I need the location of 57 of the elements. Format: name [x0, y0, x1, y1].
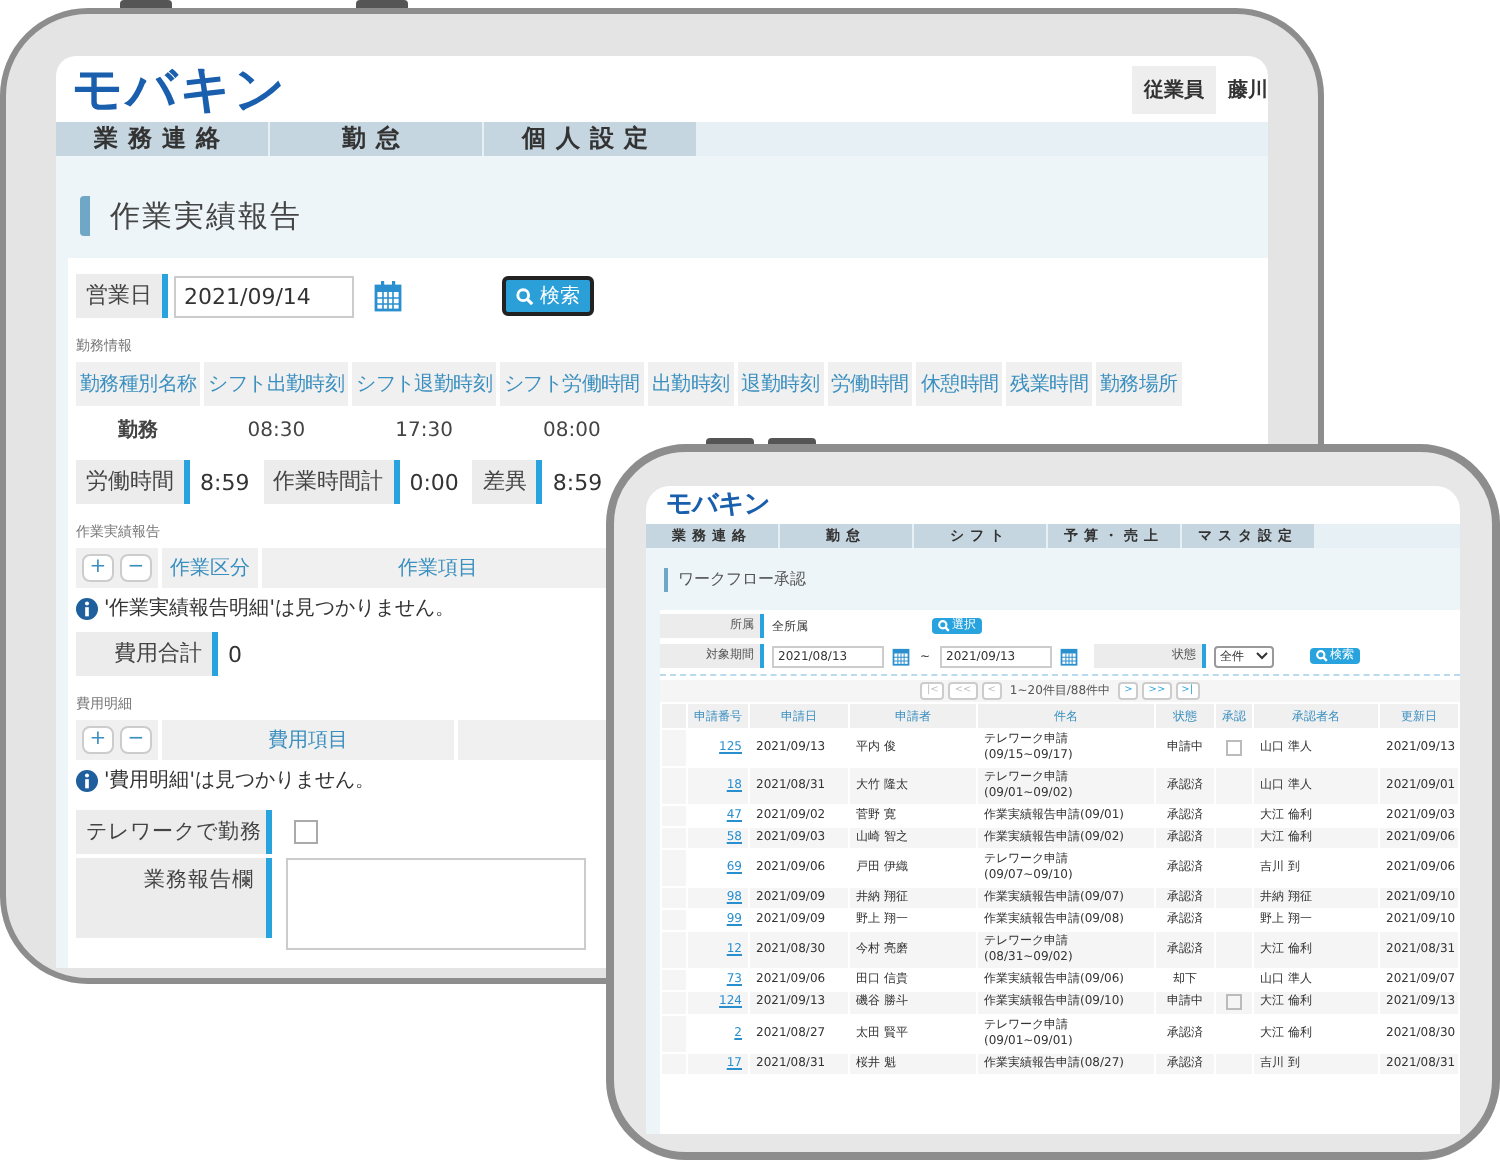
logo: モバキン [72, 58, 288, 122]
table-cell-text: 08:00 [541, 417, 603, 445]
field-label: 作業時間計 [263, 460, 400, 504]
empty-message: '費用明細'は見つかりません。 [104, 767, 375, 794]
field-value: 8:59 [552, 469, 603, 495]
field-label: 費用合計 [76, 632, 218, 676]
text-area[interactable] [286, 858, 586, 950]
field-label: 業務報告欄 [76, 858, 272, 938]
field-label: 労働時間 [76, 460, 190, 504]
info-icon [76, 597, 98, 619]
table-cell-text: 17:30 [393, 417, 455, 445]
date-field[interactable]: 2021/09/14 [174, 275, 354, 317]
page-title: ワークフロー承認 [664, 568, 1460, 592]
user-role: 従業員 [1132, 65, 1216, 113]
column-header: シフト退勤時刻 [352, 362, 497, 406]
info-icon [76, 769, 98, 791]
search-button[interactable]: 検索 [502, 276, 594, 316]
calendar-icon[interactable] [1060, 646, 1079, 666]
caret-icon [1256, 652, 1269, 660]
calendar-icon[interactable] [892, 646, 910, 666]
field-value: 8:59 [200, 469, 250, 495]
column-header: 労働時間 [827, 362, 913, 406]
field-label: テレワークで勤務 [76, 810, 272, 854]
column-header: 勤務場所 [1095, 362, 1182, 406]
column-header: 出勤時刻 [647, 362, 734, 406]
nav-tab[interactable]: 個人設定 [484, 122, 698, 156]
user-name: 藤川 [1228, 77, 1268, 103]
search-icon [938, 620, 950, 632]
field-value: 0:00 [409, 469, 459, 495]
nav-tab[interactable]: 勤怠 [270, 122, 484, 156]
checkbox[interactable] [1226, 994, 1242, 1010]
field-value: 0 [228, 641, 242, 667]
column-header: シフト労働時間 [500, 362, 644, 406]
empty-message: '作業実績報告明細'は見つかりません。 [104, 595, 455, 622]
column-header: 残業時間 [1006, 362, 1092, 406]
column-header: 作業区分 [162, 548, 258, 588]
table-cell-text: 勤務 [116, 417, 161, 446]
column-header: 費用項目 [162, 720, 454, 760]
add-button[interactable]: + [82, 554, 114, 582]
column-header: シフト出勤時刻 [204, 362, 349, 406]
logo: モバキン [666, 488, 770, 523]
remove-button[interactable]: − [120, 726, 152, 754]
search-icon [516, 287, 534, 305]
field-label: 営業日 [76, 274, 168, 318]
add-button[interactable]: + [82, 726, 114, 754]
remove-button[interactable]: − [120, 554, 152, 582]
checkbox[interactable] [1226, 739, 1242, 756]
calendar-icon[interactable] [374, 280, 402, 312]
field-label: 差異 [472, 460, 543, 504]
page-title: 作業実績報告 [80, 196, 1268, 236]
search-icon [1316, 650, 1329, 662]
nav-tab[interactable]: 業務連絡 [56, 122, 270, 156]
table-cell-text: 08:30 [245, 417, 308, 445]
column-header: 休憩時間 [916, 362, 1003, 406]
checkbox[interactable] [294, 820, 318, 844]
column-header: 勤務種別名称 [76, 362, 201, 406]
column-header: 退勤時刻 [737, 362, 824, 406]
